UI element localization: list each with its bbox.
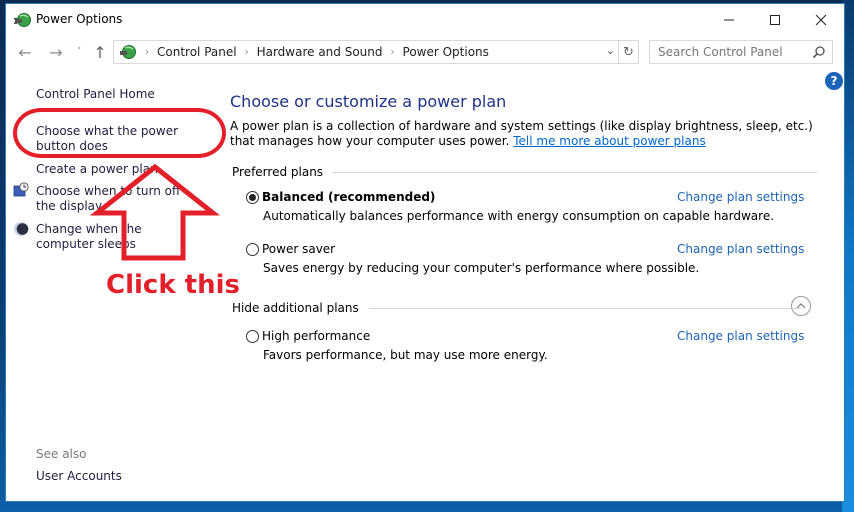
minimize-button[interactable] — [706, 4, 752, 35]
divider — [333, 171, 818, 173]
search-icon — [812, 46, 825, 59]
change-plan-settings-link[interactable]: Change plan settings — [677, 329, 804, 343]
plan-name[interactable]: Balanced (recommended) — [262, 190, 435, 204]
user-accounts-link[interactable]: User Accounts — [36, 469, 122, 483]
search-input[interactable]: Search Control Panel — [649, 40, 833, 64]
change-plan-settings-link[interactable]: Change plan settings — [677, 242, 804, 256]
annotation-click-this-text: Click this — [106, 270, 240, 300]
plan-description: Saves energy by reducing your computer's… — [263, 261, 700, 275]
chevron-down-icon: ˅ — [76, 47, 82, 57]
power-options-app-icon — [14, 13, 31, 27]
maximize-icon — [770, 14, 780, 25]
refresh-button[interactable]: ↻ — [618, 41, 638, 63]
back-button[interactable]: ← — [15, 42, 35, 62]
page-title: Choose or customize a power plan — [230, 92, 507, 111]
tell-me-more-link[interactable]: Tell me more about power plans — [513, 134, 705, 148]
display-clock-icon — [13, 182, 29, 197]
refresh-icon: ↻ — [623, 44, 634, 60]
title-bar: Power Options — [6, 4, 844, 35]
address-bar[interactable]: › Control Panel › Hardware and Sound › P… — [113, 40, 639, 64]
window-title: Power Options — [36, 12, 123, 26]
sleep-moon-icon — [14, 222, 29, 236]
breadcrumb-control-panel[interactable]: Control Panel — [157, 45, 237, 59]
navigation-bar: ← → ˅ ↑ › Control Panel › Hardware and S… — [6, 38, 844, 66]
forward-button[interactable]: → — [46, 42, 66, 62]
see-also-label: See also — [36, 447, 87, 461]
back-arrow-icon: ← — [18, 42, 32, 62]
breadcrumb-separator[interactable]: › — [245, 47, 249, 58]
intro-text: A power plan is a collection of hardware… — [230, 119, 820, 149]
additional-plans-header[interactable]: Hide additional plans — [232, 301, 801, 315]
collapse-plans-button[interactable] — [791, 296, 811, 316]
plan-name[interactable]: High performance — [262, 329, 370, 343]
breadcrumb-power-options[interactable]: Power Options — [403, 45, 489, 59]
control-panel-home-link[interactable]: Control Panel Home — [36, 87, 201, 102]
high-performance-radio[interactable] — [246, 330, 259, 343]
preferred-plans-label: Preferred plans — [232, 165, 324, 179]
help-icon[interactable]: ? — [825, 72, 843, 90]
preferred-plans-header: Preferred plans — [232, 165, 818, 179]
annotation-highlight-oval — [13, 108, 226, 158]
forward-arrow-icon: → — [49, 42, 63, 62]
breadcrumb-separator[interactable]: › — [391, 47, 395, 58]
change-plan-settings-link[interactable]: Change plan settings — [677, 190, 804, 204]
search-placeholder: Search Control Panel — [658, 45, 783, 59]
minimize-icon — [724, 19, 734, 20]
maximize-button[interactable] — [752, 4, 798, 35]
breadcrumb-separator: › — [145, 46, 149, 58]
recent-locations-button[interactable]: ˅ — [69, 43, 89, 61]
divider — [368, 307, 801, 309]
address-dropdown-icon[interactable]: ⌄ — [606, 44, 615, 57]
plan-description: Automatically balances performance with … — [263, 209, 775, 223]
up-arrow-icon: ↑ — [93, 42, 107, 62]
close-icon — [815, 14, 827, 25]
up-button[interactable]: ↑ — [90, 42, 110, 62]
plan-name[interactable]: Power saver — [262, 242, 335, 256]
hide-additional-plans-label[interactable]: Hide additional plans — [232, 301, 359, 315]
chevron-up-icon — [796, 303, 806, 309]
power-saver-radio[interactable] — [246, 243, 259, 256]
control-panel-icon — [120, 45, 136, 59]
annotation-up-arrow-icon — [90, 163, 220, 261]
plan-description: Favors performance, but may use more ene… — [263, 348, 548, 362]
close-button[interactable] — [798, 4, 844, 35]
balanced-radio[interactable] — [246, 191, 259, 204]
breadcrumb-hardware-and-sound[interactable]: Hardware and Sound — [257, 45, 383, 59]
